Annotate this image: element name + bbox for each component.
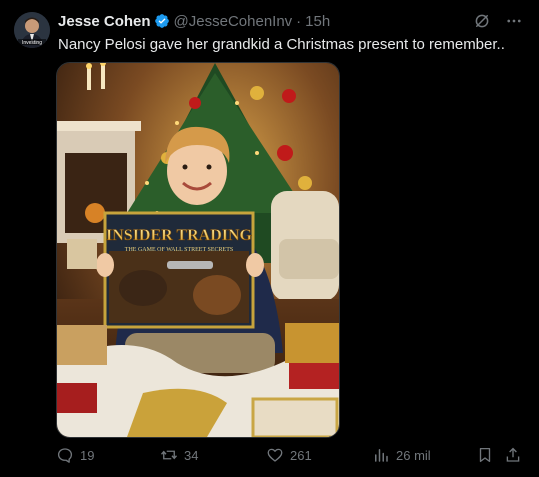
views-chart-icon <box>375 449 388 462</box>
author-handle[interactable]: @JesseCohenInv <box>174 13 293 30</box>
reply-icon <box>57 448 73 463</box>
grok-icon[interactable] <box>473 12 491 30</box>
like-button[interactable]: 261 <box>266 446 312 464</box>
repost-button[interactable]: 34 <box>160 446 198 464</box>
tweet-text: Nancy Pelosi gave her grandkid a Christm… <box>58 36 505 53</box>
share-icon <box>506 447 520 462</box>
repost-icon <box>160 450 178 460</box>
bookmark-icon <box>479 447 491 463</box>
author-name[interactable]: Jesse Cohen <box>58 13 151 30</box>
reply-count: 19 <box>80 447 95 463</box>
tweet[interactable]: Investing Jesse Cohen @JesseCohenInv · 1… <box>0 0 539 477</box>
tweet-header: Jesse Cohen @JesseCohenInv · 15h <box>58 12 330 30</box>
repost-count: 34 <box>184 447 199 463</box>
views-button[interactable]: 26 mil <box>372 446 431 464</box>
separator-dot: · <box>296 12 302 30</box>
tweet-actions: 19 34 261 26 mil <box>56 446 526 468</box>
more-options-icon[interactable] <box>505 12 523 30</box>
like-count: 261 <box>290 447 312 463</box>
tweet-image[interactable]: INSIDER TRADING THE GAME OF WALL STREET … <box>56 62 340 438</box>
box-subtitle-text: THE GAME OF WALL STREET SECRETS <box>125 247 233 253</box>
bookmark-button[interactable] <box>476 446 494 464</box>
share-button[interactable] <box>504 446 522 464</box>
avatar[interactable]: Investing <box>14 12 50 48</box>
views-count: 26 mil <box>396 447 431 463</box>
timestamp[interactable]: 15h <box>305 13 330 30</box>
heart-icon <box>267 448 283 462</box>
verified-badge-icon <box>154 14 169 28</box>
box-title-text: INSIDER TRADING <box>106 227 253 244</box>
reply-button[interactable]: 19 <box>56 446 94 464</box>
avatar-badge-text: Investing <box>22 40 42 46</box>
top-right-icons <box>473 12 523 30</box>
